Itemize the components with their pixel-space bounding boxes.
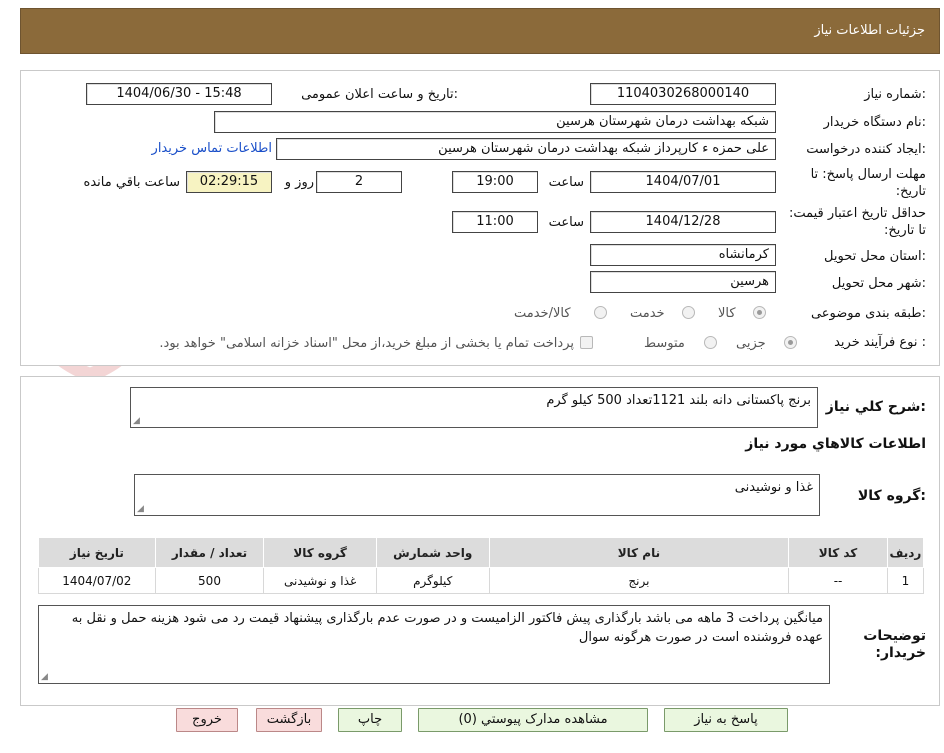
days-word: روز و — [284, 175, 314, 190]
need-number-label: شماره نیاز: — [864, 87, 926, 102]
goods-info-title: اطلاعات کالاهاي مورد نياز — [745, 436, 926, 452]
page-header: جزئیات اطلاعات نیاز — [20, 8, 940, 54]
creator-field: علی حمزه ء کارپرداز شبکه بهداشت درمان شه… — [276, 138, 776, 160]
cell-unit: کیلوگرم — [375, 567, 490, 594]
treasury-note: پرداخت تمام یا بخشی از مبلغ خرید،از محل … — [159, 336, 574, 351]
category-radio-service[interactable] — [682, 306, 695, 319]
process-option-minor: جزیی — [736, 336, 766, 351]
summary-textarea[interactable]: برنج پاکستانی دانه بلند 1121تعداد 500 کی… — [130, 387, 818, 428]
exit-button[interactable]: خروج — [176, 708, 238, 732]
resize-grip-icon[interactable]: ◢ — [41, 673, 48, 682]
remaining-time-field: 02:29:15 — [186, 171, 272, 193]
validity-label: حداقل تاریخ اعتبار قیمت: تا تاریخ: — [788, 206, 926, 238]
validity-date-field: 1404/12/28 — [590, 211, 776, 233]
cell-row-number: 1 — [886, 567, 925, 594]
col-header-group: گروه کالا — [263, 537, 377, 568]
page-title: جزئیات اطلاعات نیاز — [814, 23, 925, 38]
process-option-medium: متوسط — [644, 336, 685, 351]
col-header-code: کد کالا — [788, 537, 888, 568]
reply-button[interactable]: پاسخ به نیاز — [664, 708, 788, 732]
process-label: نوع فرآیند خرید : — [834, 335, 926, 350]
validity-time-word: ساعت — [548, 215, 584, 230]
province-field: کرمانشاه — [590, 244, 776, 266]
city-label: شهر محل تحویل: — [831, 276, 926, 291]
announce-label: تاریخ و ساعت اعلان عمومی: — [301, 87, 458, 102]
cell-need-date: 1404/07/02 — [38, 567, 156, 594]
cell-quantity: 500 — [154, 567, 265, 594]
col-header-name: نام کالا — [488, 537, 790, 568]
table-header-row: رديف کد کالا نام کالا واحد شمارش گروه کا… — [38, 537, 925, 568]
buyer-label: نام دستگاه خریدار: — [823, 115, 926, 130]
items-table-wrapper: رديف کد کالا نام کالا واحد شمارش گروه کا… — [38, 537, 925, 594]
creator-label: ایجاد کننده درخواست: — [806, 142, 926, 157]
notes-textarea[interactable]: میانگین پرداخت 3 ماهه می باشد بارگذاری پ… — [38, 605, 830, 684]
back-button[interactable]: بازگشت — [256, 708, 322, 732]
buyer-field: شبکه بهداشت درمان شهرستان هرسین — [214, 111, 776, 133]
resize-grip-icon[interactable]: ◢ — [133, 417, 140, 426]
announce-field: 1404/06/30 - 15:48 — [86, 83, 272, 105]
category-radio-goods[interactable] — [753, 306, 766, 319]
group-label: گروه کالا: — [857, 488, 926, 504]
cell-name: برنج — [488, 567, 790, 594]
buyer-contact-link[interactable]: اطلاعات تماس خریدار — [152, 141, 272, 156]
process-radio-medium[interactable] — [704, 336, 717, 349]
summary-label: شرح کلي نياز: — [825, 399, 926, 415]
group-textarea[interactable]: غذا و نوشیدنی ◢ — [134, 474, 820, 516]
days-field: 2 — [316, 171, 402, 193]
resize-grip-icon[interactable]: ◢ — [137, 505, 144, 514]
items-table: رديف کد کالا نام کالا واحد شمارش گروه کا… — [38, 537, 925, 594]
treasury-checkbox[interactable] — [580, 336, 593, 349]
province-label: استان محل تحویل: — [824, 249, 926, 264]
category-option-service: خدمت — [630, 306, 665, 321]
col-header-unit: واحد شمارش — [375, 537, 490, 568]
process-radio-minor[interactable] — [784, 336, 797, 349]
col-header-quantity: تعداد / مقدار — [154, 537, 265, 568]
print-button[interactable]: چاپ — [338, 708, 402, 732]
col-header-need-date: تاریخ نیاز — [38, 537, 156, 568]
category-option-goods: کالا — [718, 306, 736, 321]
notes-text: میانگین پرداخت 3 ماهه می باشد بارگذاری پ… — [71, 611, 823, 645]
cell-code: -- — [788, 567, 888, 594]
group-text: غذا و نوشیدنی — [734, 480, 813, 495]
validity-time-field: 11:00 — [452, 211, 538, 233]
summary-text: برنج پاکستانی دانه بلند 1121تعداد 500 کی… — [546, 393, 811, 408]
category-label: طبقه بندی موضوعی: — [810, 306, 926, 321]
attachments-button[interactable]: مشاهده مدارک پیوستي (0) — [418, 708, 648, 732]
remaining-word: ساعت باقي مانده — [83, 175, 180, 190]
deadline-time-field: 19:00 — [452, 171, 538, 193]
deadline-time-word: ساعت — [548, 175, 584, 190]
cell-group: غذا و نوشیدنی — [263, 567, 377, 594]
col-header-row-number: رديف — [886, 537, 925, 568]
deadline-label: مهلت ارسال پاسخ: تا تاریخ: — [810, 167, 926, 199]
category-option-goods-service: کالا/خدمت — [514, 306, 571, 321]
city-field: هرسین — [590, 271, 776, 293]
notes-label: توضیحات خریدار: — [863, 628, 926, 661]
table-row: 1 -- برنج کیلوگرم غذا و نوشیدنی 500 1404… — [38, 567, 925, 594]
deadline-date-field: 1404/07/01 — [590, 171, 776, 193]
need-number-field: 1104030268000140 — [590, 83, 776, 105]
category-radio-goods-service[interactable] — [594, 306, 607, 319]
